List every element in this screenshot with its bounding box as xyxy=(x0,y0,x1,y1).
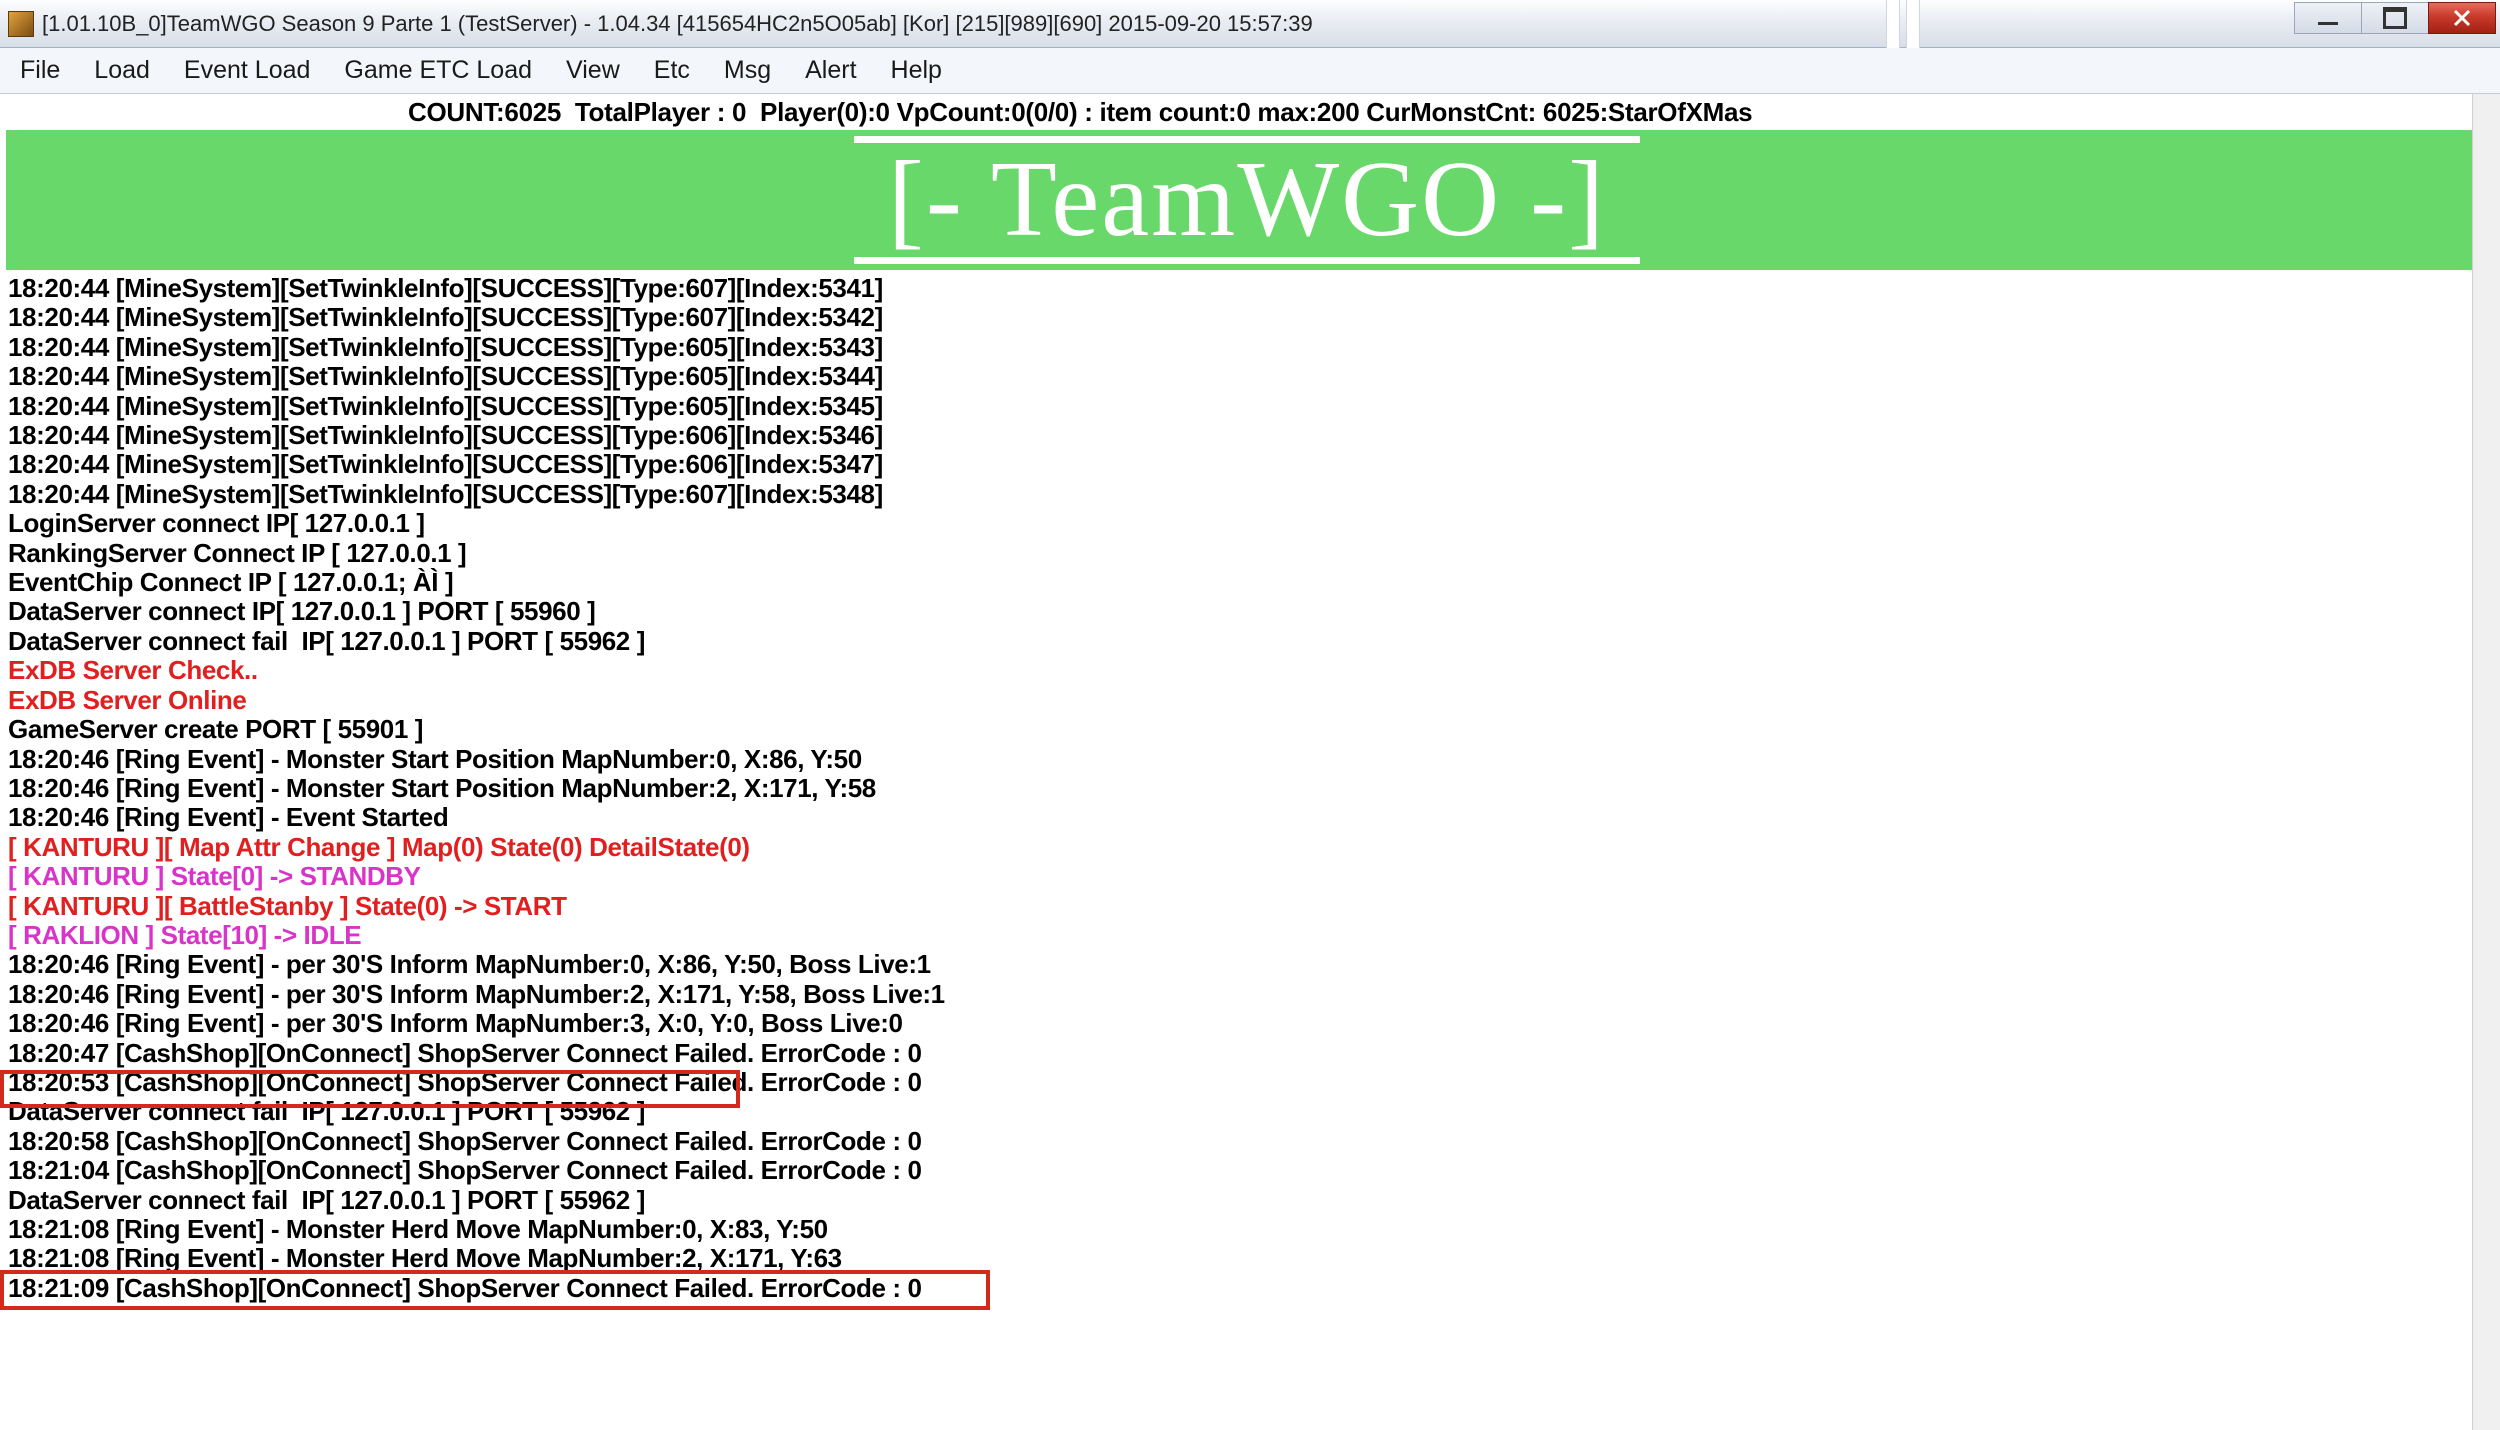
close-button[interactable] xyxy=(2428,2,2496,34)
log-line: [ KANTURU ][ Map Attr Change ] Map(0) St… xyxy=(8,833,2500,862)
log-line: 18:20:44 [MineSystem][SetTwinkleInfo][SU… xyxy=(8,333,2500,362)
log-line: [ KANTURU ] State[0] -> STANDBY xyxy=(8,862,2500,891)
menu-bar: File Load Event Load Game ETC Load View … xyxy=(0,48,2500,94)
log-line: 18:21:09 [CashShop][OnConnect] ShopServe… xyxy=(8,1274,2500,1303)
window-title: [1.01.10B_0]TeamWGO Season 9 Parte 1 (Te… xyxy=(42,11,1313,37)
log-line: EventChip Connect IP [ 127.0.0.1; ÀÌ ] xyxy=(8,568,2500,597)
decorative-divider xyxy=(1906,0,1920,48)
log-line: 18:20:44 [MineSystem][SetTwinkleInfo][SU… xyxy=(8,421,2500,450)
app-icon xyxy=(8,11,34,37)
log-line: ExDB Server Check.. xyxy=(8,656,2500,685)
log-line: GameServer create PORT [ 55901 ] xyxy=(8,715,2500,744)
log-line: DataServer connect IP[ 127.0.0.1 ] PORT … xyxy=(8,597,2500,626)
banner: [- TeamWGO -] xyxy=(6,130,2488,270)
log-line: 18:20:44 [MineSystem][SetTwinkleInfo][SU… xyxy=(8,480,2500,509)
log-line: 18:20:44 [MineSystem][SetTwinkleInfo][SU… xyxy=(8,450,2500,479)
log-line: 18:20:44 [MineSystem][SetTwinkleInfo][SU… xyxy=(8,274,2500,303)
log-line: 18:20:58 [CashShop][OnConnect] ShopServe… xyxy=(8,1127,2500,1156)
log-line: 18:20:53 [CashShop][OnConnect] ShopServe… xyxy=(8,1068,2500,1097)
log-line: DataServer connect fail IP[ 127.0.0.1 ] … xyxy=(8,1097,2500,1126)
log-line: RankingServer Connect IP [ 127.0.0.1 ] xyxy=(8,539,2500,568)
menu-file[interactable]: File xyxy=(14,52,66,89)
close-icon xyxy=(2452,8,2472,28)
log-line: 18:20:46 [Ring Event] - Monster Start Po… xyxy=(8,774,2500,803)
log-line: 18:21:04 [CashShop][OnConnect] ShopServe… xyxy=(8,1156,2500,1185)
menu-etc[interactable]: Etc xyxy=(648,52,696,89)
menu-msg[interactable]: Msg xyxy=(718,52,777,89)
window-controls xyxy=(2295,2,2496,34)
log-line: 18:20:46 [Ring Event] - per 30'S Inform … xyxy=(8,1009,2500,1038)
log-line: 18:21:08 [Ring Event] - Monster Herd Mov… xyxy=(8,1215,2500,1244)
menu-help[interactable]: Help xyxy=(885,52,948,89)
decorative-divider xyxy=(1886,0,1900,48)
menu-view[interactable]: View xyxy=(560,52,626,89)
menu-game-etc-load[interactable]: Game ETC Load xyxy=(338,52,538,89)
log-line: 18:20:44 [MineSystem][SetTwinkleInfo][SU… xyxy=(8,362,2500,391)
menu-alert[interactable]: Alert xyxy=(799,52,862,89)
log-line: 18:20:46 [Ring Event] - Monster Start Po… xyxy=(8,745,2500,774)
minimize-button[interactable] xyxy=(2294,2,2362,34)
log-line: 18:20:46 [Ring Event] - per 30'S Inform … xyxy=(8,950,2500,979)
log-line: 18:20:44 [MineSystem][SetTwinkleInfo][SU… xyxy=(8,392,2500,421)
banner-text: [- TeamWGO -] xyxy=(854,136,1640,263)
log-line: DataServer connect fail IP[ 127.0.0.1 ] … xyxy=(8,627,2500,656)
log-line: 18:21:08 [Ring Event] - Monster Herd Mov… xyxy=(8,1244,2500,1273)
log-line: 18:20:46 [Ring Event] - Event Started xyxy=(8,803,2500,832)
log-line: [ RAKLION ] State[10] -> IDLE xyxy=(8,921,2500,950)
title-bar: [1.01.10B_0]TeamWGO Season 9 Parte 1 (Te… xyxy=(0,0,2500,48)
vertical-scrollbar[interactable] xyxy=(2472,94,2500,1430)
log-line: LoginServer connect IP[ 127.0.0.1 ] xyxy=(8,509,2500,538)
maximize-button[interactable] xyxy=(2361,2,2429,34)
status-line: COUNT:6025 TotalPlayer : 0 Player(0):0 V… xyxy=(0,94,2500,130)
log-line: [ KANTURU ][ BattleStanby ] State(0) -> … xyxy=(8,892,2500,921)
log-line: ExDB Server Online xyxy=(8,686,2500,715)
status-text: COUNT:6025 TotalPlayer : 0 Player(0):0 V… xyxy=(408,97,1752,128)
log-line: 18:20:44 [MineSystem][SetTwinkleInfo][SU… xyxy=(8,303,2500,332)
log-line: 18:20:46 [Ring Event] - per 30'S Inform … xyxy=(8,980,2500,1009)
log-line: DataServer connect fail IP[ 127.0.0.1 ] … xyxy=(8,1186,2500,1215)
log-output: 18:20:44 [MineSystem][SetTwinkleInfo][SU… xyxy=(0,270,2500,1421)
log-line: 18:20:47 [CashShop][OnConnect] ShopServe… xyxy=(8,1039,2500,1068)
menu-load[interactable]: Load xyxy=(88,52,156,89)
menu-event-load[interactable]: Event Load xyxy=(178,52,317,89)
